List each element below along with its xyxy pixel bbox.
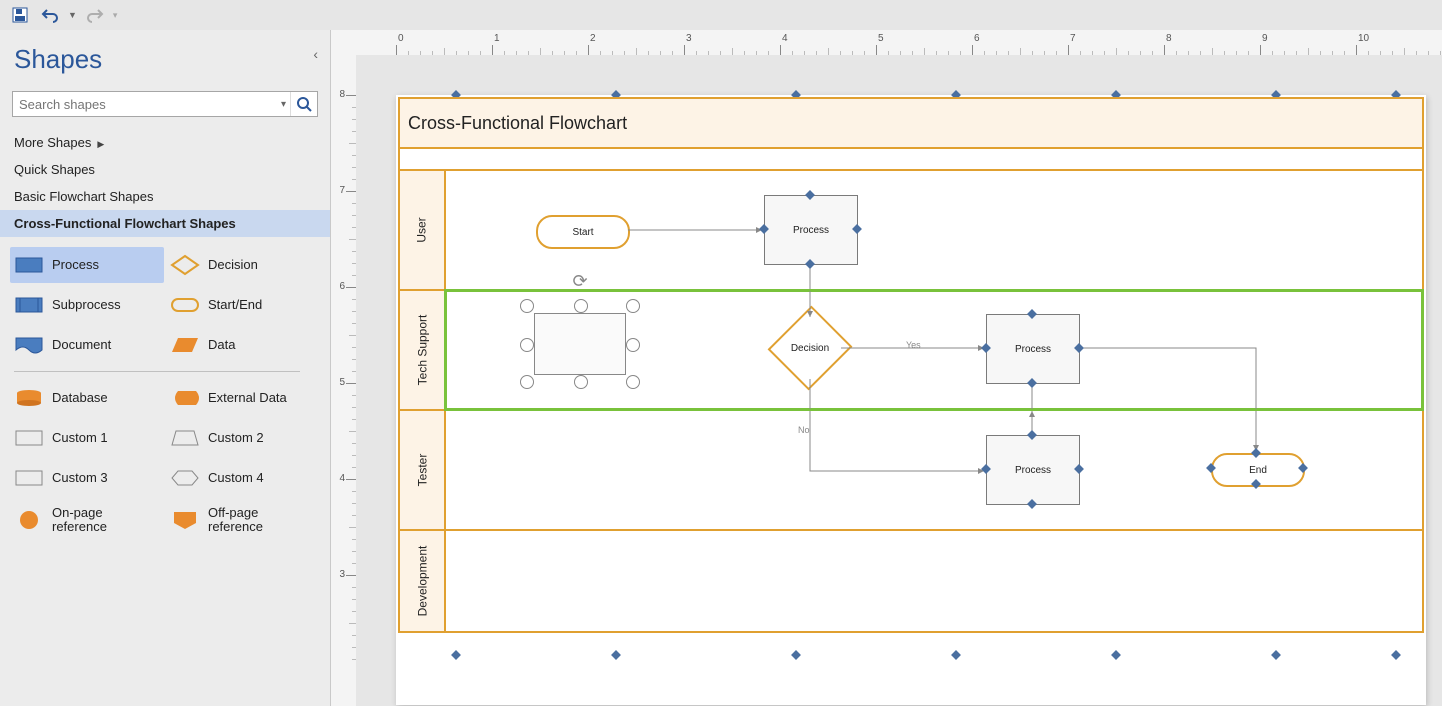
redo-icon — [86, 7, 104, 23]
shape-stencil-label: Process — [52, 258, 99, 272]
page-scroll[interactable]: Cross-Functional Flowchart User Start Pr… — [356, 55, 1442, 706]
phase-bar — [400, 149, 1422, 171]
shape-stencil[interactable]: Off-page reference — [166, 500, 320, 541]
ruler-vertical: 876543 — [331, 55, 357, 706]
pill-orange-icon — [170, 293, 200, 317]
shape-stencil[interactable]: Database — [10, 380, 164, 416]
shape-stencil[interactable]: Document — [10, 327, 164, 363]
undo-button[interactable] — [38, 3, 62, 27]
trap-outline-icon — [170, 426, 200, 450]
shapes-panel: ‹ Shapes ▾ More Shapes▶Quick ShapesBasic… — [0, 30, 331, 706]
drawing-page[interactable]: Cross-Functional Flowchart User Start Pr… — [396, 95, 1426, 705]
shape-stencil-label: On-page reference — [52, 506, 160, 535]
shapes-category[interactable]: Quick Shapes — [0, 156, 330, 183]
shape-stencil-label: Custom 2 — [208, 431, 264, 445]
shape-stencil-label: Off-page reference — [208, 506, 316, 535]
lane-user: User Start Process — [400, 171, 1422, 291]
lane-tester-header[interactable]: Tester — [400, 411, 446, 529]
para-orange-icon — [170, 333, 200, 357]
ruler-horizontal: 01234567891011 — [356, 30, 1442, 56]
search-shapes-input-wrap: ▾ — [12, 91, 318, 117]
shape-stencil[interactable]: Data — [166, 327, 320, 363]
flowchart-title[interactable]: Cross-Functional Flowchart — [400, 99, 1422, 149]
shape-stencil-label: Custom 1 — [52, 431, 108, 445]
customize-qat-button[interactable]: ▾ — [113, 10, 118, 21]
lane-tech-support-body[interactable]: ⟳ Decision Process — [446, 291, 1422, 409]
lane-user-body[interactable]: Start Process — [446, 171, 1422, 289]
doc-blue-icon — [14, 333, 44, 357]
lane-development-body[interactable] — [446, 531, 1422, 631]
shape-stencil-label: External Data — [208, 391, 287, 405]
shape-stencil-label: Custom 3 — [52, 471, 108, 485]
canvas-area: 01234567891011 876543 Cross-Functional F… — [331, 30, 1442, 706]
rect-outline-icon — [14, 466, 44, 490]
rect-blue-icon — [14, 253, 44, 277]
shape-stencil[interactable]: Decision — [166, 247, 320, 283]
save-button[interactable] — [8, 3, 32, 27]
undo-dropdown[interactable]: ▼ — [68, 10, 77, 20]
shape-stencil-label: Subprocess — [52, 298, 121, 312]
diamond-orange-icon — [170, 253, 200, 277]
edge-label-yes: Yes — [906, 340, 921, 350]
shape-stencil[interactable]: Start/End — [166, 287, 320, 323]
shape-stencil[interactable]: External Data — [166, 380, 320, 416]
shape-stencil[interactable]: Custom 4 — [166, 460, 320, 496]
rect-blue-bars-icon — [14, 293, 44, 317]
quick-access-toolbar: ▼ ▾ — [0, 0, 1442, 30]
extdata-orange-icon — [170, 386, 200, 410]
lane-development: Development — [400, 531, 1422, 631]
shape-stencil-label: Data — [208, 338, 235, 352]
shapes-category[interactable]: Cross-Functional Flowchart Shapes — [0, 210, 330, 237]
shape-stencil-label: Document — [52, 338, 111, 352]
shape-stencil-label: Decision — [208, 258, 258, 272]
process-tester-shape[interactable]: Process — [986, 435, 1080, 505]
shapes-category[interactable]: Basic Flowchart Shapes — [0, 183, 330, 210]
offpage-orange-icon — [170, 508, 200, 532]
shape-stencil-label: Database — [52, 391, 108, 405]
lane-tech-support-header[interactable]: Tech Support — [400, 291, 446, 409]
redo-button[interactable] — [83, 3, 107, 27]
lane-tech-support: Tech Support ⟳ — [400, 291, 1422, 411]
search-dropdown[interactable]: ▾ — [277, 99, 290, 110]
cross-functional-container: Cross-Functional Flowchart User Start Pr… — [398, 97, 1424, 633]
search-icon — [296, 96, 312, 112]
rect-outline-icon — [14, 426, 44, 450]
rotate-handle-icon[interactable]: ⟳ — [572, 271, 587, 292]
shape-stencil[interactable]: Custom 3 — [10, 460, 164, 496]
ruler-corner — [331, 30, 357, 56]
decision-shape[interactable]: Decision — [781, 319, 839, 377]
selected-new-process[interactable]: ⟳ — [526, 305, 634, 383]
undo-icon — [41, 7, 59, 23]
save-icon — [12, 7, 28, 23]
lane-development-header[interactable]: Development — [400, 531, 446, 631]
shape-stencil[interactable]: Custom 1 — [10, 420, 164, 456]
collapse-shapes-button[interactable]: ‹ — [313, 46, 318, 62]
shape-stencil[interactable]: Custom 2 — [166, 420, 320, 456]
lane-tester-body[interactable]: Process End No — [446, 411, 1422, 529]
cyl-orange-icon — [14, 386, 44, 410]
search-button[interactable] — [290, 92, 317, 116]
lane-tester: Tester Process End No — [400, 411, 1422, 531]
search-shapes-input[interactable] — [13, 92, 277, 116]
shapes-category[interactable]: More Shapes▶ — [0, 129, 330, 156]
shapes-panel-title: Shapes — [0, 44, 330, 85]
edge-label-no: No — [798, 425, 810, 435]
process-tech-shape[interactable]: Process — [986, 314, 1080, 384]
process-user-shape[interactable]: Process — [764, 195, 858, 265]
hex-outline-icon — [170, 466, 200, 490]
shape-stencil[interactable]: On-page reference — [10, 500, 164, 541]
shape-stencil[interactable]: Process — [10, 247, 164, 283]
shape-stencil-label: Custom 4 — [208, 471, 264, 485]
shape-stencil[interactable]: Subprocess — [10, 287, 164, 323]
shape-stencil-label: Start/End — [208, 298, 262, 312]
start-shape[interactable]: Start — [536, 215, 630, 249]
circ-orange-icon — [14, 508, 44, 532]
lane-user-header[interactable]: User — [400, 171, 446, 289]
